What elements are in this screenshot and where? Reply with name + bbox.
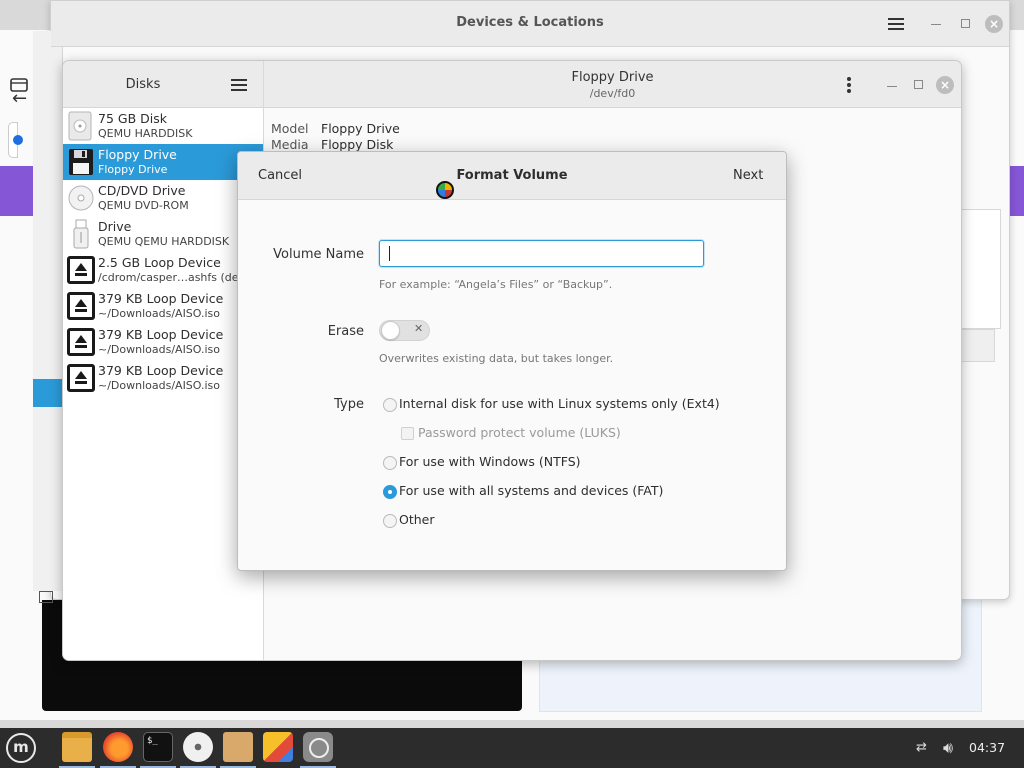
devices-titlebar: Devices & Locations × (51, 1, 1009, 47)
maximize-button[interactable] (914, 80, 923, 89)
drive-list-item[interactable]: 379 KB Loop Device ~/Downloads/AISO.iso (63, 324, 263, 360)
eject-icon (67, 292, 95, 320)
close-button[interactable]: × (985, 15, 1003, 33)
mint-menu-icon[interactable]: m (6, 733, 36, 763)
radio-label: Internal disk for use with Linux systems… (399, 396, 720, 411)
floppy-icon (67, 147, 95, 177)
drive-name: 2.5 GB Loop Device (98, 255, 221, 270)
media-value: Floppy Disk (321, 137, 394, 152)
info-icon (13, 135, 23, 145)
drive-list-item[interactable]: CD/DVD Drive QEMU DVD-ROM (63, 180, 263, 216)
eject-icon (67, 364, 95, 392)
disks-sidebar: Disks 75 GB Disk QEMU HARDDISK Floppy Dr… (63, 61, 264, 660)
drive-list-item[interactable]: 2.5 GB Loop Device /cdrom/casper…ashfs (… (63, 252, 263, 288)
drive-name: 379 KB Loop Device (98, 363, 224, 378)
hamburger-menu-icon[interactable] (888, 18, 904, 30)
background-card (8, 122, 23, 158)
drive-list-item[interactable]: 379 KB Loop Device ~/Downloads/AISO.iso (63, 288, 263, 324)
drive-description: QEMU HARDDISK (98, 127, 193, 140)
radio-label: For use with all systems and devices (FA… (399, 483, 664, 498)
terminal-icon[interactable]: $_ (143, 732, 173, 762)
drive-name: Drive (98, 219, 132, 234)
toggle-knob (381, 321, 400, 340)
disks-icon[interactable] (303, 732, 333, 762)
radio-button[interactable] (383, 456, 397, 470)
radio-button-checked[interactable] (383, 485, 397, 499)
erase-toggle[interactable]: ✕ (379, 320, 430, 341)
dialog-header: Cancel Format Volume Next (238, 152, 786, 200)
radio-button[interactable] (383, 398, 397, 412)
firefox-icon[interactable] (103, 732, 133, 762)
devices-sidebar (33, 31, 63, 603)
minimize-button[interactable] (887, 86, 897, 87)
drive-name: CD/DVD Drive (98, 183, 186, 198)
drive-list-item-selected[interactable]: Floppy Drive Floppy Drive (63, 144, 263, 180)
eject-icon (67, 256, 95, 284)
erase-hint: Overwrites existing data, but takes long… (379, 352, 614, 365)
type-label: Type (334, 397, 364, 412)
eject-icon (67, 328, 95, 356)
radio-button[interactable] (383, 514, 397, 528)
network-icon[interactable]: ⇄ (916, 740, 934, 756)
usb-drive-icon (67, 219, 95, 249)
drive-name: Floppy Drive (98, 147, 177, 162)
maximize-button[interactable] (961, 19, 970, 28)
dialog-title: Format Volume (456, 168, 568, 183)
radio-label: Other (399, 512, 435, 527)
optical-disc-icon (67, 183, 95, 213)
volume-name-input[interactable] (379, 240, 704, 267)
model-label: Model (271, 121, 309, 136)
next-button[interactable]: Next (733, 168, 763, 183)
media-label: Media (271, 137, 309, 152)
window-title: Devices & Locations (456, 15, 604, 30)
model-value: Floppy Drive (321, 121, 400, 136)
drive-list-item[interactable]: Drive QEMU QEMU HARDDISK (63, 216, 263, 252)
drive-device-path: /dev/fd0 (589, 87, 636, 100)
folder-icon[interactable] (39, 591, 53, 603)
drive-name: 75 GB Disk (98, 111, 167, 126)
drive-list-item[interactable]: 379 KB Loop Device ~/Downloads/AISO.iso (63, 360, 263, 396)
minimize-button[interactable] (931, 24, 941, 25)
clock[interactable]: 04:37 (969, 740, 1005, 755)
file-manager-icon[interactable] (62, 732, 92, 762)
disc-icon[interactable] (183, 732, 213, 762)
radio-label: For use with Windows (NTFS) (399, 454, 581, 469)
back-arrow-icon[interactable]: ← (12, 88, 27, 109)
disks-main-header: Floppy Drive /dev/fd0 × (264, 61, 961, 108)
archive-icon[interactable] (223, 732, 253, 762)
more-options-icon[interactable] (847, 77, 851, 93)
checkbox (401, 427, 414, 440)
volume-name-label: Volume Name (273, 247, 364, 262)
format-volume-dialog: Cancel Format Volume Next Volume Name Fo… (237, 151, 787, 571)
toggle-off-icon: ✕ (414, 322, 424, 335)
hard-disk-icon (67, 111, 95, 141)
office-icon[interactable] (263, 732, 293, 762)
volume-icon[interactable]: 🔊︎ (943, 738, 953, 758)
devices-sidebar-selected[interactable] (33, 379, 63, 407)
text-caret (389, 246, 390, 261)
checkbox-label: Password protect volume (LUKS) (418, 425, 621, 440)
drive-title: Floppy Drive (571, 70, 654, 85)
drive-name: 379 KB Loop Device (98, 291, 224, 306)
taskbar: m $_ ⇄ 🔊︎ 04:37 (0, 728, 1024, 768)
hamburger-menu-icon[interactable] (231, 79, 247, 91)
drive-name: 379 KB Loop Device (98, 327, 224, 342)
busy-cursor-icon (436, 181, 454, 199)
erase-label: Erase (327, 324, 364, 339)
drive-list-item[interactable]: 75 GB Disk QEMU HARDDISK (63, 108, 263, 144)
close-button[interactable]: × (936, 76, 954, 94)
disks-sidebar-header: Disks (63, 61, 263, 108)
sidebar-title: Disks (125, 77, 161, 92)
volume-name-hint: For example: “Angela’s Files” or “Backup… (379, 278, 613, 291)
